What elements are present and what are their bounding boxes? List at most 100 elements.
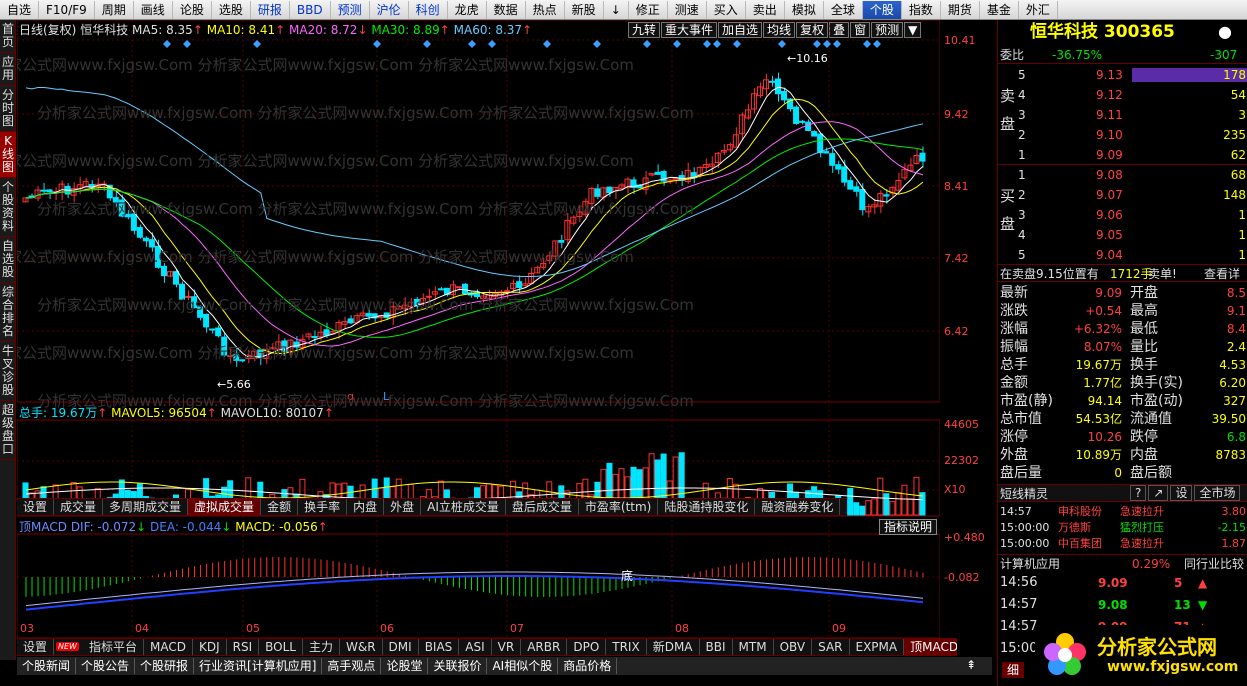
kline-chart[interactable]: 03 04 05 06 07 08 09←10.16←5.66q L分析家公式网www.fxj…	[17, 20, 940, 660]
industry-button[interactable]: 同行业比较	[1184, 555, 1244, 572]
toolbar-item-4[interactable]: 论股	[173, 0, 212, 19]
event-diamond-icon[interactable]	[823, 40, 831, 48]
bottom-tab-5[interactable]: RSI	[227, 639, 260, 655]
short-btn-0[interactable]: ?	[1130, 485, 1147, 501]
asks-row-3[interactable]: 2 9.10 235	[998, 126, 1247, 144]
bottom-tab-12[interactable]: VR	[492, 639, 522, 655]
asks-row-4[interactable]: 1 9.09 62	[998, 146, 1247, 164]
indicator-tab-1[interactable]: 成交量	[54, 499, 104, 515]
toolbar-item-16[interactable]: 修正	[629, 0, 668, 19]
toolbar-item-15[interactable]: ↓	[604, 0, 629, 19]
sidebar-item-8[interactable]: 超级盘口	[0, 401, 16, 460]
indicator-tab-10[interactable]: 市盈率(ttm)	[579, 499, 659, 515]
event-diamond-icon[interactable]	[423, 40, 431, 48]
bottom-tab-8[interactable]: W&R	[340, 639, 383, 655]
event-diamond-icon[interactable]	[593, 40, 601, 48]
toolbar-item-1[interactable]: F10/F9	[39, 0, 95, 19]
bottom-tab-16[interactable]: 新DMA	[647, 639, 700, 655]
toolbar-item-11[interactable]: 龙虎	[448, 0, 487, 19]
sidebar-item-4[interactable]: 个股资料	[0, 178, 16, 237]
bottom-tab-19[interactable]: OBV	[774, 639, 813, 655]
indicator-tab-2[interactable]: 多周期成交量	[103, 499, 189, 515]
bids-row-0[interactable]: 1 9.08 68	[998, 166, 1247, 184]
indicator-tab-9[interactable]: 盘后成交量	[506, 499, 579, 515]
short-row-1[interactable]: 15:00:00 万德斯 猛烈打压 -2.15	[998, 520, 1247, 536]
bottom-tab-22[interactable]: 顶MACD	[904, 639, 957, 655]
toolbar-item-9[interactable]: 沪伦	[370, 0, 409, 19]
short-btn-3[interactable]: 全市场	[1194, 485, 1241, 501]
bottom-tab-13[interactable]: ARBR	[521, 639, 568, 655]
news-tab-2[interactable]: 个股研报	[135, 658, 195, 674]
event-diamond-icon[interactable]	[863, 40, 871, 48]
news-tab-0[interactable]: 个股新闻	[17, 658, 77, 674]
asks-row-2[interactable]: 3 9.11 3	[998, 106, 1247, 124]
event-diamond-icon[interactable]	[673, 40, 681, 48]
asks-row-0[interactable]: 5 9.13 178	[998, 66, 1247, 84]
news-tab-3[interactable]: 行业资讯[计算机应用]	[194, 658, 323, 674]
indicator-help-button[interactable]: 指标说明	[879, 519, 938, 535]
bottom-tab-9[interactable]: DMI	[383, 639, 419, 655]
indicator-tab-3[interactable]: 虚拟成交量	[188, 499, 262, 515]
bottom-tab-6[interactable]: BOLL	[259, 639, 303, 655]
bottom-tab-14[interactable]: DPO	[567, 639, 607, 655]
sidebar-item-3[interactable]: K线图	[0, 132, 16, 178]
asks-row-1[interactable]: 4 9.12 54	[998, 86, 1247, 104]
toolbar-item-25[interactable]: 基金	[980, 0, 1019, 19]
sidebar-item-5[interactable]: 自选股	[0, 237, 16, 283]
toolbar-item-0[interactable]: 自选	[0, 0, 40, 19]
short-btn-1[interactable]: ↗	[1148, 485, 1169, 501]
short-row-0[interactable]: 14:57 申科股份 急速拉升 3.80	[998, 504, 1247, 520]
sidebar-item-7[interactable]: 牛叉诊股	[0, 342, 16, 401]
indicator-tab-12[interactable]: 融资融券变化	[755, 499, 841, 515]
bottom-tab-18[interactable]: MTM	[733, 639, 774, 655]
news-tab-6[interactable]: 关联报价	[428, 658, 488, 674]
news-tab-5[interactable]: 论股堂	[381, 658, 429, 674]
bottom-tab-21[interactable]: EXPMA	[850, 639, 905, 655]
event-diamond-icon[interactable]	[833, 40, 841, 48]
toolbar-item-26[interactable]: 外汇	[1019, 0, 1058, 19]
bottom-tab-0[interactable]: 设置	[17, 639, 55, 655]
bottom-tab-11[interactable]: ASI	[459, 639, 492, 655]
news-tab-1[interactable]: 个股公告	[76, 658, 136, 674]
bottom-tab-3[interactable]: MACD	[144, 639, 193, 655]
short-btn-2[interactable]: 设	[1170, 485, 1193, 501]
event-diamond-icon[interactable]	[163, 40, 171, 48]
sidebar-item-6[interactable]: 综合排名	[0, 283, 16, 342]
event-diamond-icon[interactable]	[813, 40, 821, 48]
toolbar-item-10[interactable]: 科创	[409, 0, 448, 19]
toolbar-item-19[interactable]: 卖出	[746, 0, 785, 19]
event-diamond-icon[interactable]	[733, 40, 741, 48]
indicator-tab-6[interactable]: 内盘	[347, 499, 385, 515]
bottom-tab-7[interactable]: 主力	[303, 639, 340, 655]
indicator-tab-7[interactable]: 外盘	[384, 499, 422, 515]
toolbar-item-13[interactable]: 热点	[526, 0, 565, 19]
event-diamond-icon[interactable]	[253, 40, 261, 48]
collapse-arrow-icon[interactable]: ⇞	[966, 658, 976, 672]
indicator-tab-4[interactable]: 金额	[261, 499, 299, 515]
news-tab-7[interactable]: AI相似个股	[487, 658, 559, 674]
event-diamond-icon[interactable]	[873, 40, 881, 48]
toolbar-item-14[interactable]: 新股	[565, 0, 604, 19]
event-diamond-icon[interactable]	[373, 40, 381, 48]
event-diamond-icon[interactable]	[543, 40, 551, 48]
toolbar-item-3[interactable]: 画线	[134, 0, 173, 19]
toolbar-item-21[interactable]: 全球	[824, 0, 863, 19]
detail-tab[interactable]: 细	[1002, 662, 1025, 678]
bids-row-4[interactable]: 5 9.04 1	[998, 246, 1247, 264]
toolbar-item-23[interactable]: 指数	[902, 0, 941, 19]
toolbar-item-12[interactable]: 数据	[487, 0, 526, 19]
indicator-tab-5[interactable]: 换手率	[298, 499, 348, 515]
event-diamond-icon[interactable]	[183, 40, 191, 48]
indicator-tab-0[interactable]: 设置	[17, 499, 55, 515]
info-link[interactable]: 查看详	[1204, 265, 1240, 281]
toolbar-item-18[interactable]: 买入	[707, 0, 746, 19]
toolbar-item-7[interactable]: BBD	[290, 0, 331, 19]
indicator-tab-8[interactable]: AI立桩成交量	[421, 499, 506, 515]
news-tab-4[interactable]: 高手观点	[322, 658, 382, 674]
indicator-tab-11[interactable]: 陆股通持股变化	[658, 499, 756, 515]
bids-row-2[interactable]: 3 9.06 1	[998, 206, 1247, 224]
bottom-tab-4[interactable]: KDJ	[193, 639, 227, 655]
event-diamond-icon[interactable]	[488, 40, 496, 48]
bids-row-3[interactable]: 4 9.05 1	[998, 226, 1247, 244]
event-diamond-icon[interactable]	[778, 40, 786, 48]
